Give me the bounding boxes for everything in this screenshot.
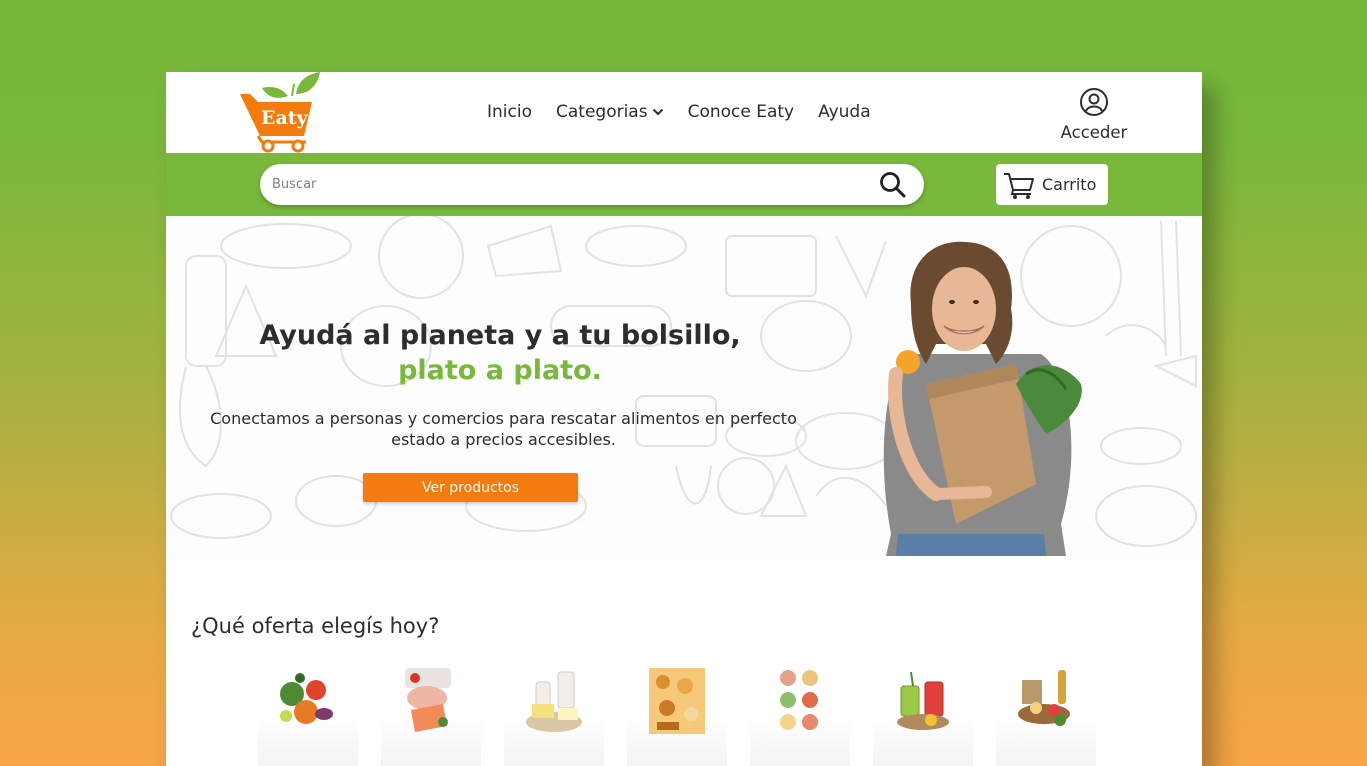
hero-title-highlight: plato a plato. <box>398 355 602 386</box>
nav-label: Conoce Eaty <box>687 102 795 122</box>
meat-fish-icon <box>405 668 451 732</box>
eaty-logo[interactable]: Eaty <box>236 72 326 154</box>
hero-subtitle: Conectamos a personas y comercios para r… <box>210 409 797 449</box>
category-pantry[interactable] <box>996 664 1096 766</box>
category-drinks[interactable] <box>873 664 973 766</box>
logo-text: Eaty <box>261 107 309 129</box>
main-nav: Inicio Categorias Conoce Eaty Ayuda <box>487 102 895 122</box>
category-list <box>258 664 1118 766</box>
browser-page: Eaty Inicio Categorias Conoce Eaty Ayuda… <box>166 72 1202 766</box>
account-label: Acceder <box>1060 123 1128 142</box>
nav-label: Ayuda <box>818 102 871 122</box>
account-button[interactable]: Acceder <box>1056 87 1132 142</box>
search-icon[interactable] <box>878 171 908 199</box>
bakery-icon <box>649 668 705 734</box>
category-meat-fish[interactable] <box>381 664 481 766</box>
site-header: Eaty Inicio Categorias Conoce Eaty Ayuda… <box>166 72 1202 153</box>
category-dairy[interactable] <box>504 664 604 766</box>
prepared-meals-icon <box>780 670 818 730</box>
category-prepared-meals[interactable] <box>750 664 850 766</box>
drinks-icon <box>897 671 949 730</box>
nav-conoce-eaty[interactable]: Conoce Eaty <box>688 102 795 122</box>
nav-label: Inicio <box>487 102 532 122</box>
dairy-icon <box>526 671 582 732</box>
cart-button[interactable]: Carrito <box>996 164 1108 205</box>
cart-label: Carrito <box>1042 175 1097 194</box>
pantry-icon <box>1018 670 1070 726</box>
woman-with-grocery-bag-image <box>883 241 1082 556</box>
nav-inicio[interactable]: Inicio <box>487 102 532 122</box>
category-bakery[interactable] <box>627 664 727 766</box>
search-bar-row: Carrito <box>166 153 1202 216</box>
hero-banner: Ayudá al planeta y a tu bolsillo, plato … <box>166 216 1202 556</box>
nav-ayuda[interactable]: Ayuda <box>818 102 871 122</box>
search-input[interactable] <box>272 164 862 205</box>
search-box <box>260 164 924 205</box>
vegetables-icon <box>280 673 333 724</box>
ver-productos-button[interactable]: Ver productos <box>363 473 578 502</box>
user-circle-icon <box>1080 88 1108 116</box>
offers-title: ¿Qué oferta elegís hoy? <box>191 614 440 638</box>
chevron-down-icon <box>652 108 663 116</box>
nav-categorias[interactable]: Categorias <box>556 102 664 122</box>
nav-label: Categorias <box>555 102 648 122</box>
hero-title: Ayudá al planeta y a tu bolsillo, <box>259 320 741 351</box>
category-vegetables[interactable] <box>258 664 358 766</box>
cart-icon <box>1004 172 1034 199</box>
